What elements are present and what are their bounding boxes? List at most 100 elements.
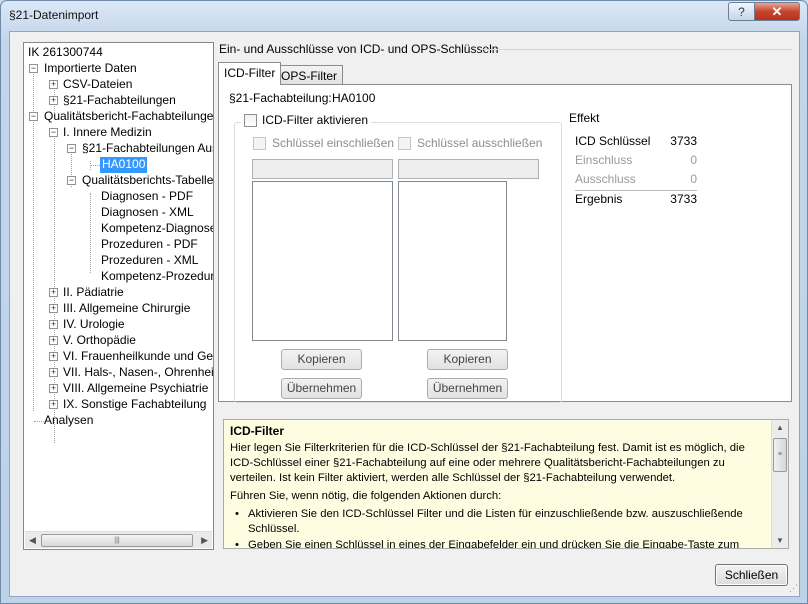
filter-groupbox: Schlüssel einschließen Schlüssel ausschl…: [234, 122, 562, 403]
tree-item-psychiatrie[interactable]: VIII. Allgemeine Psychiatrie: [63, 381, 208, 397]
window-close-button[interactable]: ✕: [754, 2, 800, 21]
close-icon: ✕: [771, 3, 783, 19]
tree-item-allgemeine-chirurgie[interactable]: III. Allgemeine Chirurgie: [63, 301, 190, 317]
tree-item-csv-dateien[interactable]: CSV-Dateien: [63, 77, 132, 93]
scroll-left-icon[interactable]: ◀: [29, 535, 36, 546]
info-list-item: Aktivieren Sie den ICD-Schlüssel Filter …: [230, 507, 764, 537]
help-icon: ?: [738, 4, 745, 19]
tree-item-kompetenz-prozeduren[interactable]: Kompetenz-Prozedurer: [101, 269, 213, 285]
effect-table: ICD Schlüssel 3733 Einschluss 0 Ausschlu…: [575, 131, 697, 211]
expand-icon[interactable]: +: [49, 384, 58, 393]
tree-item-paediatrie[interactable]: II. Pädiatrie: [63, 285, 124, 301]
resize-grip-icon[interactable]: ⋰: [789, 583, 798, 594]
expand-icon[interactable]: +: [49, 400, 58, 409]
tree-guide-line: [34, 421, 44, 422]
tree-item-qb-tabellen[interactable]: Qualitätsberichts-Tabellen: [82, 173, 213, 189]
tree-item-kompetenz-diagnosen[interactable]: Kompetenz-Diagnosen: [101, 221, 213, 237]
tree-item-orthopaedie[interactable]: V. Orthopädie: [63, 333, 136, 349]
tree-item-21-fachabteilungen[interactable]: §21-Fachabteilungen: [63, 93, 176, 109]
effect-row-icd: ICD Schlüssel 3733: [575, 131, 697, 150]
effect-row-einschluss: Einschluss 0: [575, 150, 697, 169]
title-bar: §21-Datenimport ? ✕: [1, 1, 807, 31]
tree-item-prozeduren-pdf[interactable]: Prozeduren - PDF: [101, 237, 198, 253]
expand-icon[interactable]: +: [49, 320, 58, 329]
info-body: Hier legen Sie Filterkriterien für die I…: [230, 441, 764, 548]
tree-root[interactable]: IK 261300744: [28, 45, 103, 61]
effect-result-value: 3733: [670, 192, 697, 206]
include-copy-button[interactable]: Kopieren: [281, 349, 362, 370]
collapse-icon[interactable]: −: [67, 176, 76, 185]
heading-divider: [480, 49, 792, 50]
section-heading: Ein- und Ausschlüsse von ICD- und OPS-Sc…: [219, 42, 499, 56]
expand-icon[interactable]: +: [49, 336, 58, 345]
effect-row-ausschluss: Ausschluss 0: [575, 169, 697, 188]
dialog-window: §21-Datenimport ? ✕ IK 261300744 − Impor…: [0, 0, 808, 604]
include-key-list[interactable]: [252, 181, 393, 341]
exclude-checkbox[interactable]: [398, 137, 411, 150]
include-apply-button[interactable]: Übernehmen: [281, 378, 362, 399]
scroll-up-icon[interactable]: ▲: [776, 423, 784, 432]
exclude-apply-button[interactable]: Übernehmen: [427, 378, 508, 399]
effect-value: 0: [690, 153, 697, 167]
tree-item-prozeduren-xml[interactable]: Prozeduren - XML: [101, 253, 198, 269]
effect-value: 0: [690, 172, 697, 186]
include-key-input[interactable]: [252, 159, 393, 179]
tree-item-importierte-daten[interactable]: Importierte Daten: [44, 61, 137, 77]
expand-icon[interactable]: +: [49, 304, 58, 313]
activate-filter-toggle[interactable]: ICD-Filter aktivieren: [241, 113, 372, 127]
expand-icon[interactable]: +: [49, 80, 58, 89]
dialog-client-area: IK 261300744 − Importierte Daten + CSV-D…: [9, 31, 800, 597]
expand-icon[interactable]: +: [49, 368, 58, 377]
tree-item-ha0100[interactable]: HA0100: [100, 157, 148, 173]
tab-icd-filter[interactable]: ICD-Filter: [218, 62, 282, 85]
tree-item-analysen[interactable]: Analysen: [44, 413, 93, 429]
fachabteilung-label: §21-Fachabteilung:: [229, 91, 332, 105]
tree-guide-line: [54, 129, 55, 443]
exclude-key-input[interactable]: [398, 159, 539, 179]
exclude-key-list[interactable]: [398, 181, 507, 341]
include-checkbox[interactable]: [253, 137, 266, 150]
collapse-icon[interactable]: −: [67, 144, 76, 153]
tree-item-sonstige[interactable]: IX. Sonstige Fachabteilung: [63, 397, 206, 413]
scroll-down-icon[interactable]: ▼: [776, 536, 784, 545]
tree-item-frauenheilkunde[interactable]: VI. Frauenheilkunde und Gebu: [63, 349, 213, 365]
expand-icon[interactable]: +: [49, 288, 58, 297]
tree-item-innere-medizin[interactable]: I. Innere Medizin: [63, 125, 152, 141]
info-paragraph: Hier legen Sie Filterkriterien für die I…: [230, 442, 745, 484]
collapse-icon[interactable]: −: [49, 128, 58, 137]
tree-item-hno[interactable]: VII. Hals-, Nasen-, Ohrenheilku: [63, 365, 213, 381]
activate-filter-checkbox[interactable]: [244, 113, 257, 127]
tree-item-diagnosen-pdf[interactable]: Diagnosen - PDF: [101, 189, 193, 205]
effect-title: Effekt: [569, 111, 600, 125]
tree-item-diagnosen-xml[interactable]: Diagnosen - XML: [101, 205, 194, 221]
tab-ops-filter[interactable]: OPS-Filter: [275, 65, 344, 85]
collapse-icon[interactable]: −: [29, 64, 38, 73]
collapse-icon[interactable]: −: [29, 112, 38, 121]
scroll-right-icon[interactable]: ▶: [201, 535, 208, 546]
close-dialog-button[interactable]: Schließen: [715, 564, 788, 586]
expand-icon[interactable]: +: [49, 96, 58, 105]
exclude-label: Schlüssel ausschließen: [417, 136, 543, 150]
scrollbar-thumb[interactable]: ≡: [773, 438, 787, 472]
help-button[interactable]: ?: [728, 2, 755, 21]
info-vertical-scrollbar[interactable]: ▲ ≡ ▼: [771, 420, 788, 548]
fachabteilung-value: HA0100: [332, 91, 376, 105]
effect-label: Einschluss: [575, 153, 633, 167]
expand-icon[interactable]: +: [49, 352, 58, 361]
effect-row-ergebnis: Ergebnis 3733: [575, 192, 697, 211]
exclude-copy-button[interactable]: Kopieren: [427, 349, 508, 370]
tree-horizontal-scrollbar[interactable]: ◀ ||| ▶: [25, 531, 212, 548]
tree-item-21-fa-auswahl[interactable]: §21-Fachabteilungen Ausw: [82, 141, 213, 157]
scrollbar-thumb[interactable]: |||: [41, 534, 193, 547]
icd-filter-panel: §21-Fachabteilung: HA0100 Schlüssel eins…: [218, 84, 792, 403]
info-list-item: Geben Sie einen Schlüssel in eines der E…: [230, 538, 764, 548]
include-label: Schlüssel einschließen: [272, 136, 395, 150]
effect-label: Ausschluss: [575, 172, 636, 186]
navigation-tree[interactable]: IK 261300744 − Importierte Daten + CSV-D…: [23, 42, 214, 550]
tree-item-urologie[interactable]: IV. Urologie: [63, 317, 125, 333]
tree-guide-line: [90, 165, 100, 166]
tree-item-qb-fachabteilungen[interactable]: Qualitätsbericht-Fachabteilungen: [44, 109, 213, 125]
effect-label: ICD Schlüssel: [575, 134, 651, 148]
info-list: Aktivieren Sie den ICD-Schlüssel Filter …: [230, 507, 764, 548]
effect-separator: [575, 190, 697, 191]
